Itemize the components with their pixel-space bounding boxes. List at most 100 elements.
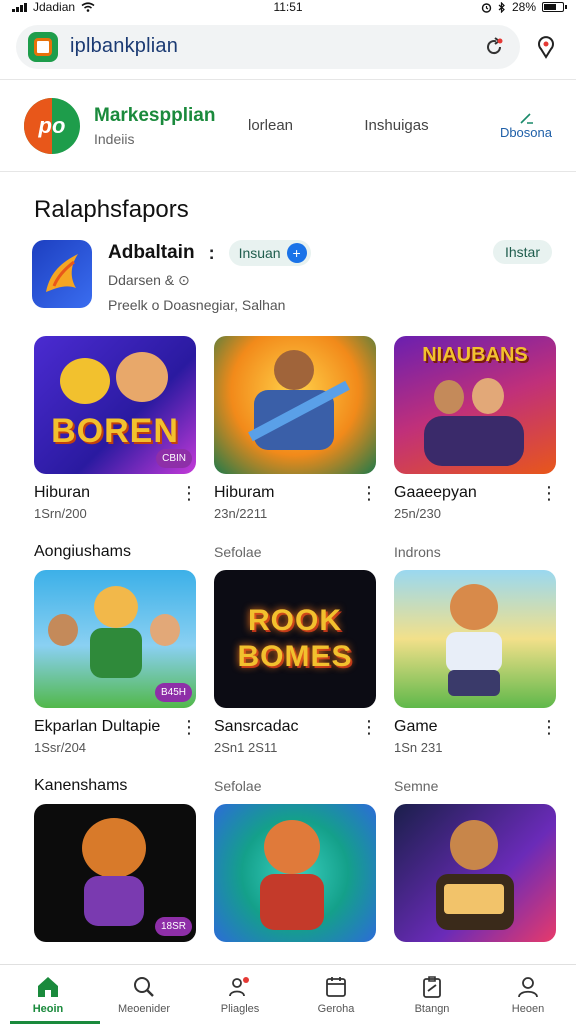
bottom-nav: Heoin Meoenider Pliagles Geroha Btangn H… xyxy=(0,964,576,1024)
app-tile[interactable]: NIAUBANS Gaaeepyan 25n/230 ⋮ xyxy=(394,336,558,534)
plus-icon: + xyxy=(286,243,307,263)
status-bar: Jdadian 11:51 28% xyxy=(0,0,576,14)
status-left: Jdadian xyxy=(12,0,95,14)
more-vert-icon[interactable]: ⋮ xyxy=(180,484,198,502)
tile-sub: 25n/230 xyxy=(394,506,441,521)
app-tile[interactable]: 18SR xyxy=(34,804,196,942)
app-grid: BOREN CBIN Hiburan 1Srn/200 ⋮ Hiburam 23… xyxy=(0,336,576,942)
app-tile[interactable]: B45H Ekparlan Dultapie 1Ssr/204 ⋮ xyxy=(34,570,198,768)
bottom-nav-label: Meoenider xyxy=(118,1002,170,1015)
pen-icon xyxy=(520,113,533,124)
signal-icon xyxy=(12,2,27,12)
store-nav: lorlean Inshuigas Dbosona xyxy=(238,111,552,140)
bottom-nav-clipboard[interactable]: Btangn xyxy=(387,975,477,1015)
more-vert-icon[interactable]: ⋮ xyxy=(540,484,558,502)
status-time: 11:51 xyxy=(273,0,303,14)
category-label: Kanenshams xyxy=(34,777,128,794)
address-bar[interactable]: iplbankplian xyxy=(16,24,520,69)
tile-name: Hiburan xyxy=(34,484,91,501)
install-button[interactable]: Ihstar xyxy=(492,240,552,264)
tile-art-text: BOREN xyxy=(51,411,179,450)
category-label: Sefolae xyxy=(214,544,262,560)
battery-percent: 28% xyxy=(511,0,536,14)
store-subtitle: Indeiis xyxy=(94,130,135,147)
store-header: po Markespplian Indeiis lorlean Inshuiga… xyxy=(0,80,576,172)
bottom-nav-calendar[interactable]: Geroha xyxy=(291,975,381,1015)
section-title: Ralaphsfapors xyxy=(34,196,189,223)
grid-row-3: 18SR xyxy=(34,804,556,942)
featured-app-info: Adbaltain : Insuan + Ddarsen & ⊙ Preelk … xyxy=(108,240,552,313)
tile-badge: B45H xyxy=(154,683,192,702)
tile-badge: CBIN xyxy=(156,449,192,468)
featured-app-chip[interactable]: Insuan + xyxy=(228,240,311,266)
app-tile-image: 18SR xyxy=(34,804,196,942)
bottom-nav-profile[interactable]: Heoen xyxy=(483,975,573,1015)
tile-badge: 18SR xyxy=(154,917,192,936)
store-nav-item-2[interactable]: Inshuigas xyxy=(364,117,428,134)
more-vert-icon[interactable]: ⋮ xyxy=(180,718,198,736)
url-text[interactable]: iplbankplian xyxy=(70,35,468,58)
category-label: Aongiushams xyxy=(34,543,131,560)
app-tile-image xyxy=(214,336,376,474)
site-favicon-icon xyxy=(28,31,58,62)
people-icon xyxy=(229,976,249,996)
battery-icon xyxy=(542,2,567,12)
tile-name: Game xyxy=(394,718,438,735)
tile-name: Sansrcadac xyxy=(214,718,299,735)
category-label: Semne xyxy=(394,778,439,794)
store-nav-item-3-label: Dbosona xyxy=(499,125,552,140)
more-vert-icon[interactable]: ⋮ xyxy=(540,718,558,736)
store-logo[interactable]: po xyxy=(24,97,80,154)
bottom-nav-label: Geroha xyxy=(317,1002,355,1015)
location-pin-icon[interactable] xyxy=(532,33,560,61)
tile-sub: 1Ssr/204 xyxy=(34,740,87,755)
bottom-nav-label: Pliagles xyxy=(220,1002,260,1015)
store-name-block: Markespplian Indeiis xyxy=(94,105,224,147)
featured-app-icon xyxy=(32,240,92,308)
status-right: 28% xyxy=(481,0,567,14)
carrier-name: Jdadian xyxy=(33,0,76,14)
bottom-nav-search[interactable]: Meoenider xyxy=(99,975,189,1015)
tile-sub: 2Sn1 2S11 xyxy=(214,740,278,755)
app-tile-image: BOREN CBIN xyxy=(34,336,196,474)
more-vert-icon[interactable]: ⋮ xyxy=(360,484,378,502)
bottom-nav-people[interactable]: Pliagles xyxy=(195,975,285,1015)
bottom-nav-label: Btangn xyxy=(414,1002,450,1015)
category-label: Indrons xyxy=(394,544,441,560)
app-tile-image: B45H xyxy=(34,570,196,708)
wifi-icon xyxy=(81,2,95,12)
more-vert-icon[interactable]: ⋮ xyxy=(360,718,378,736)
featured-app-developer: Ddarsen & ⊙ xyxy=(108,272,190,288)
app-tile[interactable]: ROOK BOMES Sansrcadac 2Sn1 2S11 ⋮ xyxy=(214,570,378,768)
bottom-nav-label: Heoen xyxy=(511,1002,545,1015)
app-tile-image: ROOK BOMES xyxy=(214,570,376,708)
app-tile[interactable] xyxy=(394,804,556,942)
tile-sub: 23n/2211 xyxy=(214,506,268,521)
category-label-row: Aongiushams Sefolae Indrons xyxy=(34,534,556,570)
reload-icon[interactable] xyxy=(480,33,508,61)
tile-sub: 1Sn 231 xyxy=(394,740,443,755)
grid-row-1: BOREN CBIN Hiburan 1Srn/200 ⋮ Hiburam 23… xyxy=(34,336,558,534)
app-tile[interactable]: BOREN CBIN Hiburan 1Srn/200 ⋮ xyxy=(34,336,198,534)
app-tile[interactable]: Game 1Sn 231 ⋮ xyxy=(394,570,558,768)
featured-app-title: Adbaltain xyxy=(108,242,195,263)
store-nav-item-1[interactable]: lorlean xyxy=(248,117,293,134)
tile-name: Hiburam xyxy=(214,484,275,501)
store-nav-item-3[interactable]: Dbosona xyxy=(500,111,552,140)
app-tile[interactable] xyxy=(214,804,376,942)
app-tile-image xyxy=(394,804,556,942)
search-icon xyxy=(134,976,154,997)
tile-name: Gaaeepyan xyxy=(394,484,477,501)
browser-toolbar: iplbankplian xyxy=(0,14,576,80)
bottom-nav-home[interactable]: Heoin xyxy=(3,975,93,1015)
app-tile[interactable]: Hiburam 23n/2211 ⋮ xyxy=(214,336,378,534)
calendar-icon xyxy=(326,976,346,997)
home-icon xyxy=(38,976,58,997)
featured-app[interactable]: Adbaltain : Insuan + Ddarsen & ⊙ Preelk … xyxy=(0,234,576,336)
category-label: Sefolae xyxy=(214,778,262,794)
app-tile-image xyxy=(214,804,376,942)
tile-art-text: NIAUBANS xyxy=(422,344,528,366)
category-label-row: Kanenshams Sefolae Semne xyxy=(34,768,556,804)
tile-art-text: ROOK BOMES xyxy=(237,604,353,673)
tile-name: Ekparlan Dultapie xyxy=(34,718,161,735)
